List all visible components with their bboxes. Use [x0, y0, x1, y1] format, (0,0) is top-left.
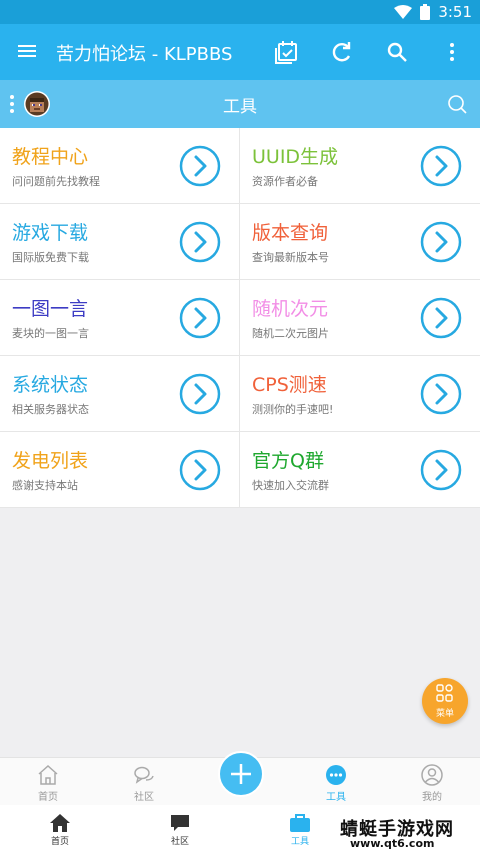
briefcase-icon	[290, 814, 310, 832]
comment-icon	[171, 815, 189, 831]
tool-title: 教程中心	[12, 146, 89, 168]
chevron-right-circle-icon[interactable]	[420, 221, 462, 263]
tool-title: 一图一言	[12, 298, 89, 320]
refresh-icon[interactable]	[328, 38, 356, 66]
nav-community[interactable]: 社区	[96, 758, 192, 806]
tool-cps-test[interactable]: CPS测速 测测你的手速吧!	[240, 356, 480, 432]
new-post-button[interactable]	[218, 751, 264, 797]
chevron-right-circle-icon[interactable]	[420, 449, 462, 491]
tool-tutorial-center[interactable]: 教程中心 问问题前先找教程	[0, 128, 240, 204]
tool-title: UUID生成	[252, 146, 339, 168]
tool-subtitle: 测测你的手速吧!	[252, 403, 334, 416]
nav-home[interactable]: 首页	[0, 758, 96, 806]
calendar-check-icon[interactable]	[272, 38, 300, 66]
grid-icon	[436, 684, 453, 702]
tool-title: 官方Q群	[252, 450, 324, 472]
tool-subtitle: 相关服务器状态	[12, 403, 89, 416]
battery-icon	[420, 4, 431, 20]
chevron-right-circle-icon[interactable]	[179, 449, 221, 491]
tool-donation-list[interactable]: 发电列表 感谢支持本站	[0, 432, 240, 508]
tools-header-bar: 工具	[0, 80, 480, 128]
tool-system-status[interactable]: 系统状态 相关服务器状态	[0, 356, 240, 432]
nav-label: 社区	[170, 837, 189, 847]
chevron-right-circle-icon[interactable]	[420, 373, 462, 415]
search-icon[interactable]	[446, 93, 468, 119]
tool-title: CPS测速	[252, 374, 327, 396]
more-options-icon[interactable]	[438, 38, 466, 66]
tool-title: 版本查询	[252, 222, 329, 244]
nav2-home[interactable]: 首页	[0, 805, 120, 853]
tools-grid: 教程中心 问问题前先找教程 UUID生成 资源作者必备 游戏下载 国际版免费下载…	[0, 128, 480, 508]
floating-menu-label: 菜单	[435, 709, 454, 719]
tool-random-anime[interactable]: 随机次元 随机二次元图片	[240, 280, 480, 356]
tool-subtitle: 麦块的一图一言	[12, 327, 89, 340]
tool-title: 系统状态	[12, 374, 89, 396]
tool-uuid-generator[interactable]: UUID生成 资源作者必备	[240, 128, 480, 204]
tool-version-query[interactable]: 版本查询 查询最新版本号	[240, 204, 480, 280]
home-icon	[50, 814, 70, 832]
nav-label: 我的	[422, 792, 442, 803]
more-bubble-icon	[326, 765, 346, 785]
chevron-right-circle-icon[interactable]	[179, 145, 221, 187]
tool-title: 发电列表	[12, 450, 89, 472]
nav-tools[interactable]: 工具	[288, 758, 384, 806]
avatar[interactable]	[24, 91, 50, 121]
tool-subtitle: 快速加入交流群	[252, 479, 329, 492]
hamburger-menu-icon[interactable]	[16, 40, 38, 66]
home-icon	[38, 764, 58, 785]
chevron-right-circle-icon[interactable]	[179, 373, 221, 415]
chat-bubbles-icon	[134, 766, 154, 784]
app-bar: 苦力怕论坛 - KLPBBS	[0, 24, 480, 80]
nav-me[interactable]: 我的	[384, 758, 480, 806]
chevron-right-circle-icon[interactable]	[420, 145, 462, 187]
floating-menu-button[interactable]: 菜单	[422, 678, 468, 724]
tool-subtitle: 国际版免费下载	[12, 251, 89, 264]
nav-label: 工具	[326, 792, 346, 803]
wifi-icon	[394, 5, 413, 19]
tool-subtitle: 资源作者必备	[252, 175, 318, 188]
nav2-community[interactable]: 社区	[120, 805, 240, 853]
chevron-right-circle-icon[interactable]	[420, 297, 462, 339]
user-icon	[421, 764, 443, 786]
status-time: 3:51	[438, 3, 472, 21]
site-watermark: 蜻蜓手游戏网 www.qt6.com	[336, 815, 476, 851]
tool-subtitle: 问问题前先找教程	[12, 175, 100, 188]
search-icon[interactable]	[383, 38, 411, 66]
plus-icon	[231, 764, 251, 784]
nav-label: 首页	[38, 792, 58, 803]
tool-title: 游戏下载	[12, 222, 89, 244]
tool-title: 随机次元	[252, 298, 329, 320]
tool-subtitle: 感谢支持本站	[12, 479, 78, 492]
tool-subtitle: 随机二次元图片	[252, 327, 329, 340]
nav-label: 社区	[134, 792, 154, 803]
nav-label: 首页	[50, 837, 69, 847]
app-title: 苦力怕论坛 - KLPBBS	[56, 44, 233, 65]
watermark-url: www.qt6.com	[350, 837, 435, 850]
status-bar: 3:51	[0, 0, 480, 24]
chevron-right-circle-icon[interactable]	[179, 221, 221, 263]
chevron-right-circle-icon[interactable]	[179, 297, 221, 339]
tool-game-download[interactable]: 游戏下载 国际版免费下载	[0, 204, 240, 280]
tool-subtitle: 查询最新版本号	[252, 251, 329, 264]
page-title: 工具	[223, 97, 257, 117]
tool-picture-quote[interactable]: 一图一言 麦块的一图一言	[0, 280, 240, 356]
tool-official-qq-group[interactable]: 官方Q群 快速加入交流群	[240, 432, 480, 508]
